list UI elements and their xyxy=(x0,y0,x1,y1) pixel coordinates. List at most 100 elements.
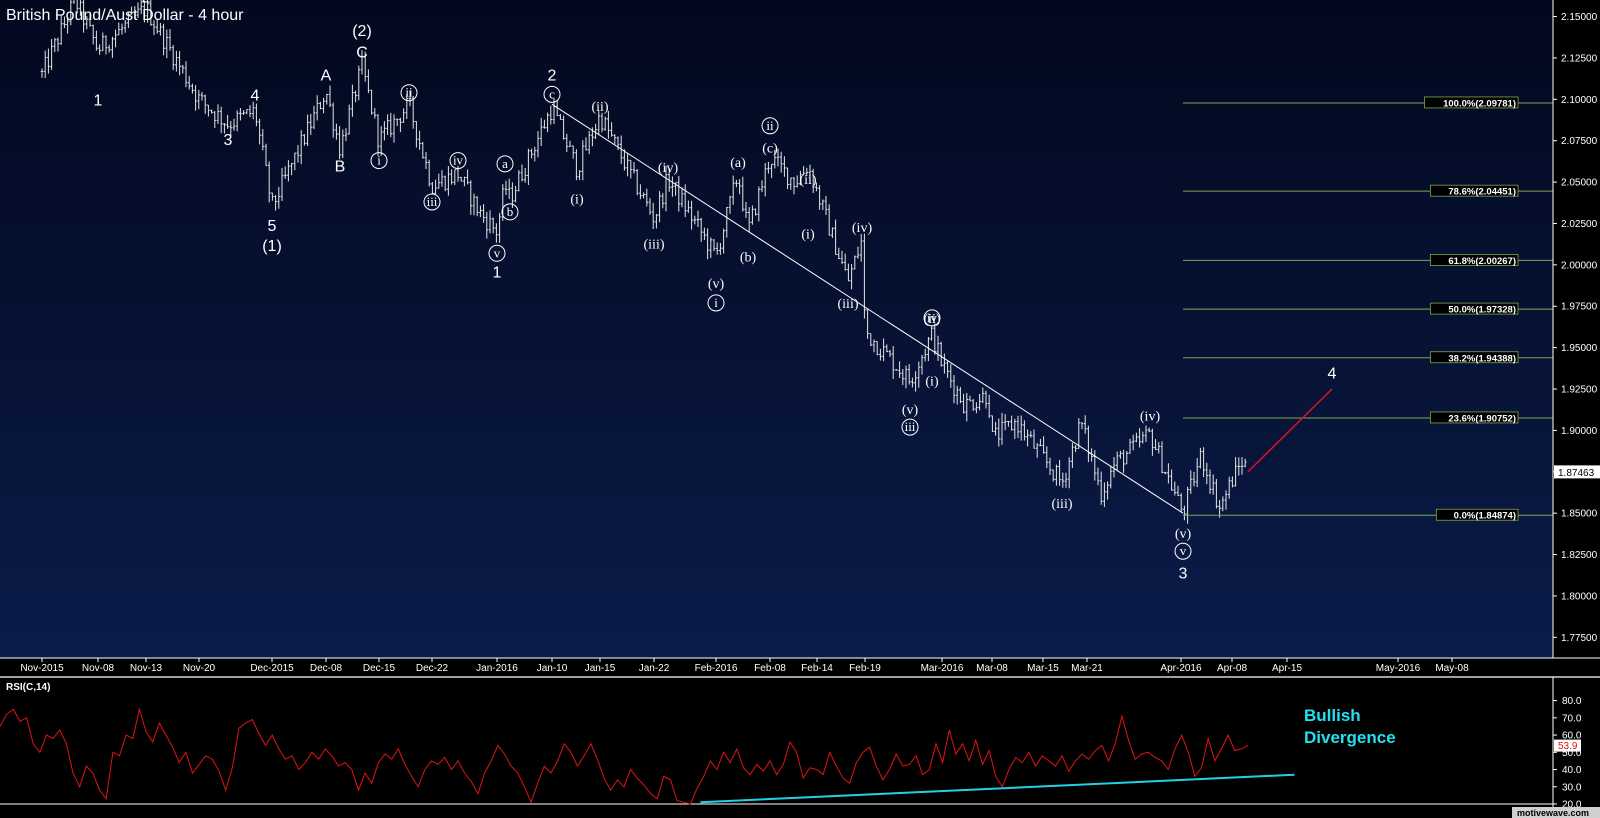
wave-label-paren: (iv) xyxy=(1140,409,1161,424)
wave-label: 4 xyxy=(1328,365,1337,382)
fib-level-label: 61.8%(2.00267) xyxy=(1448,256,1516,267)
time-tick-label: Dec-15 xyxy=(363,663,396,674)
bullish-divergence-label-line2: Divergence xyxy=(1304,728,1396,747)
rsi-tick-label: 80.0 xyxy=(1562,696,1582,707)
wave-label-paren: (ii) xyxy=(799,173,816,188)
time-tick-label: Jan-22 xyxy=(639,663,670,674)
wave-label-paren: (b) xyxy=(740,251,757,266)
time-tick-label: Nov-2015 xyxy=(20,663,64,674)
time-tick-label: Nov-20 xyxy=(183,663,216,674)
bullish-divergence-label-line1: Bullish xyxy=(1304,706,1361,725)
wave-label: 5 xyxy=(268,218,277,235)
price-tick-label: 2.15000 xyxy=(1561,12,1598,23)
price-tick-label: 1.97500 xyxy=(1561,302,1598,313)
time-tick-label: Mar-15 xyxy=(1027,663,1059,674)
price-tick-label: 2.10000 xyxy=(1561,95,1598,106)
wave-label: 2 xyxy=(548,67,557,84)
wave-label-text: iii xyxy=(905,419,916,434)
wave-label-paren: (iii) xyxy=(838,297,859,312)
time-tick-label: Feb-14 xyxy=(801,663,833,674)
rsi-tick-label: 30.0 xyxy=(1562,782,1582,793)
wave-label-text: v xyxy=(1180,543,1187,558)
wave-label-text: c xyxy=(549,86,555,101)
time-tick-label: Mar-08 xyxy=(976,663,1008,674)
time-tick-label: Jan-2016 xyxy=(476,663,518,674)
rsi-current-label: 53.9 xyxy=(1558,741,1578,752)
wave-label-paren: (iii) xyxy=(644,237,665,252)
price-tick-label: 1.80000 xyxy=(1561,591,1598,602)
time-tick-label: Mar-2016 xyxy=(921,663,964,674)
rsi-tick-label: 70.0 xyxy=(1562,713,1582,724)
chart-canvas: 100.0%(2.09781) 78.6%(2.04451) 61.8%(2.002… xyxy=(0,0,1600,818)
wave-label: 4 xyxy=(251,87,260,104)
wave-label-paren: (a) xyxy=(730,156,746,171)
price-tick-label: 1.82500 xyxy=(1561,550,1598,561)
wave-label-paren: (ii) xyxy=(923,312,940,327)
time-tick-label: May-08 xyxy=(1435,663,1469,674)
wave-label-paren: (c) xyxy=(762,141,778,156)
price-tick-label: 2.12500 xyxy=(1561,53,1598,64)
time-tick-label: Dec-22 xyxy=(416,663,449,674)
price-tick-label: 2.05000 xyxy=(1561,178,1598,189)
price-tick-label: 1.77500 xyxy=(1561,633,1598,644)
rsi-tick-label: 40.0 xyxy=(1562,765,1582,776)
wave-label-text: ii xyxy=(405,85,413,100)
watermark: motivewave.com xyxy=(1517,808,1589,818)
time-tick-label: Mar-21 xyxy=(1071,663,1103,674)
wave-label-paren: (iv) xyxy=(658,161,679,176)
wave-label-paren: (iii) xyxy=(1052,497,1073,512)
time-tick-label: Nov-13 xyxy=(130,663,163,674)
time-tick-label: Feb-19 xyxy=(849,663,881,674)
rsi-title: RSI(C,14) xyxy=(6,682,50,693)
current-price-marker: 1.87463 xyxy=(1554,465,1600,479)
wave-label-paren: (ii) xyxy=(591,100,608,115)
wave-label: 3 xyxy=(224,132,233,149)
price-tick-label: 2.02500 xyxy=(1561,219,1598,230)
fib-level-label: 0.0%(1.84874) xyxy=(1454,511,1516,522)
wave-label-paren: (iv) xyxy=(852,221,873,236)
wave-label-text: b xyxy=(507,204,514,219)
wave-label: 1 xyxy=(493,264,502,281)
price-tick-label: 2.00000 xyxy=(1561,260,1598,271)
chart-root: 100.0%(2.09781) 78.6%(2.04451) 61.8%(2.002… xyxy=(0,0,1600,818)
wave-label-paren: (i) xyxy=(570,193,584,208)
fib-level-label: 100.0%(2.09781) xyxy=(1443,98,1516,109)
price-tick-label: 1.90000 xyxy=(1561,426,1598,437)
time-tick-label: Jan-15 xyxy=(585,663,616,674)
wave-label-text: iv xyxy=(453,153,464,168)
wave-label-text: i xyxy=(714,295,718,310)
wave-label: 2 xyxy=(142,0,151,7)
wave-label-text: a xyxy=(502,156,508,171)
fib-level-label: 38.2%(1.94388) xyxy=(1448,353,1516,364)
time-tick-label: Feb-08 xyxy=(754,663,786,674)
fib-level-label: 50.0%(1.97328) xyxy=(1448,305,1516,316)
wave-label-paren: (i) xyxy=(801,227,815,242)
wave-label: (1) xyxy=(262,238,282,255)
fib-level-label: 23.6%(1.90752) xyxy=(1448,413,1516,424)
time-tick-label: May-2016 xyxy=(1376,663,1421,674)
wave-label-text: v xyxy=(494,245,501,260)
time-tick-label: Apr-15 xyxy=(1272,663,1302,674)
wave-label-paren: (v) xyxy=(1175,527,1192,542)
price-tick-label: 1.85000 xyxy=(1561,509,1598,520)
wave-label-text: ii xyxy=(766,118,774,133)
time-tick-label: Jan-10 xyxy=(537,663,568,674)
price-panel-background xyxy=(0,0,1553,658)
wave-label-text: iii xyxy=(427,194,438,209)
time-tick-label: Apr-2016 xyxy=(1160,663,1202,674)
price-tick-label: 1.92500 xyxy=(1561,385,1598,396)
wave-label: B xyxy=(335,159,346,176)
time-tick-label: Apr-08 xyxy=(1217,663,1247,674)
rsi-panel-background xyxy=(0,677,1553,818)
chart-title: British Pound/Aust Dollar - 4 hour xyxy=(6,7,244,24)
fib-level-label: 78.6%(2.04451) xyxy=(1448,187,1516,198)
rsi-axis[interactable]: 80.070.060.050.040.030.020.053.9 xyxy=(1552,677,1582,818)
price-tick-label: 1.95000 xyxy=(1561,343,1598,354)
wave-label-paren: (v) xyxy=(902,403,919,418)
wave-label-paren: (i) xyxy=(925,375,939,390)
wave-label: (2) xyxy=(352,23,372,40)
wave-label-paren: (v) xyxy=(708,277,725,292)
time-tick-label: Feb-2016 xyxy=(695,663,738,674)
wave-label: 3 xyxy=(1179,566,1188,583)
current-price-label: 1.87463 xyxy=(1558,468,1595,479)
